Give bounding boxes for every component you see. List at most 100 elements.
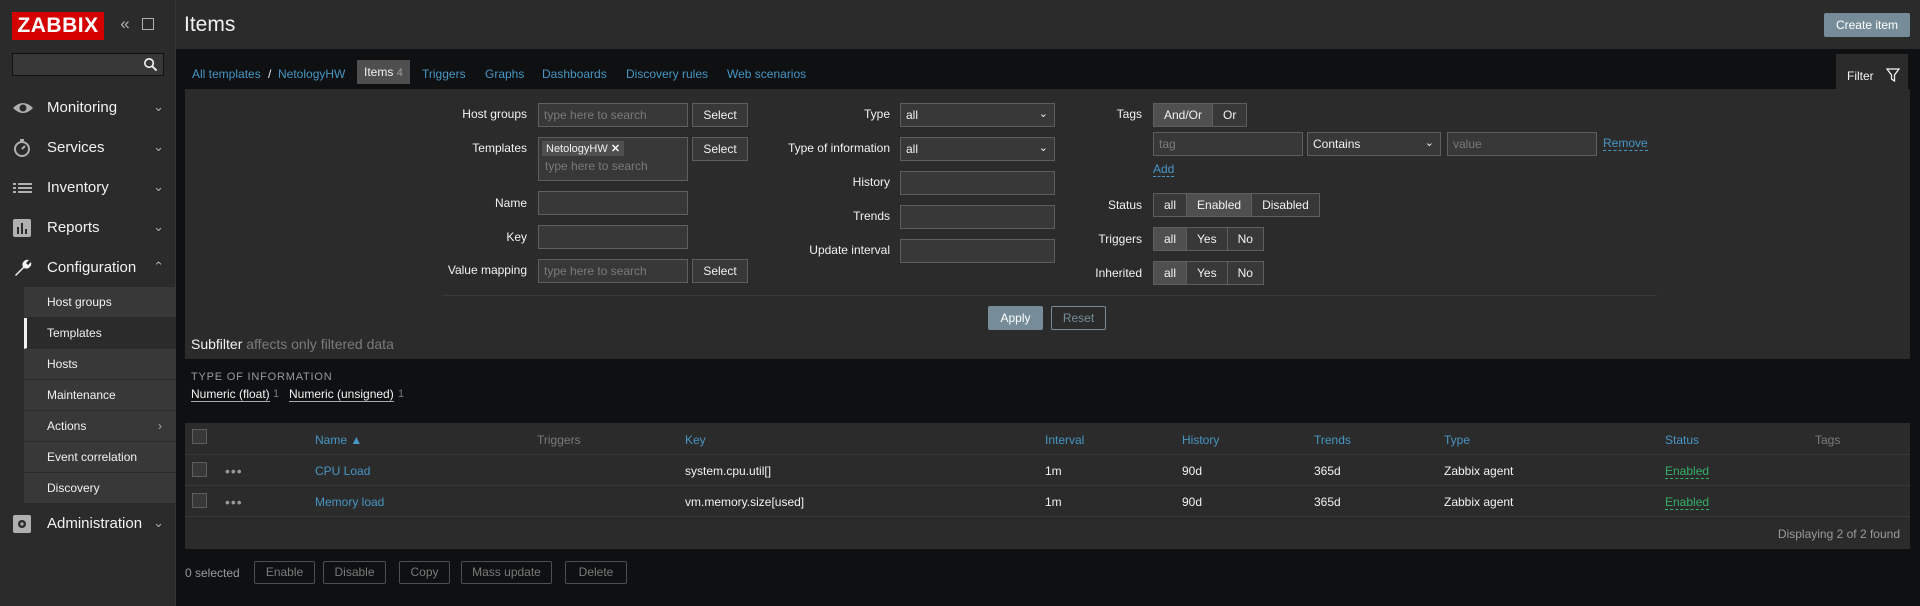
- column-status-header[interactable]: Status: [1665, 433, 1699, 447]
- tab-dashboards[interactable]: Dashboards: [542, 67, 607, 81]
- remove-chip-icon[interactable]: ✕: [611, 143, 620, 155]
- triggers-filter-label: Triggers: [1098, 232, 1142, 246]
- tags-or-option[interactable]: Or: [1213, 104, 1246, 126]
- remove-tag-link[interactable]: Remove: [1603, 136, 1648, 151]
- delete-button[interactable]: Delete: [565, 561, 627, 584]
- triggers-no-option[interactable]: No: [1228, 228, 1263, 250]
- update-interval-input[interactable]: [900, 239, 1055, 263]
- sidebar-item-discovery[interactable]: Discovery: [24, 473, 176, 504]
- inherited-all-option[interactable]: all: [1154, 262, 1188, 284]
- tags-evaltype-toggle[interactable]: And/Or Or: [1153, 103, 1248, 127]
- menu-inventory[interactable]: Inventory ⌄: [0, 168, 176, 208]
- filter-toggle-tab[interactable]: Filter: [1836, 54, 1908, 89]
- row-checkbox[interactable]: [192, 493, 207, 508]
- tag-operator-value: Contains: [1313, 137, 1361, 151]
- triggers-toggle[interactable]: all Yes No: [1153, 227, 1264, 251]
- sidebar-item-actions[interactable]: Actions ›: [24, 411, 176, 442]
- templates-select-button[interactable]: Select: [692, 137, 748, 161]
- status-all-option[interactable]: all: [1154, 194, 1188, 216]
- tags-andor-option[interactable]: And/Or: [1154, 104, 1214, 126]
- sidebar-item-hosts[interactable]: Hosts: [24, 349, 176, 380]
- menu-monitoring[interactable]: Monitoring ⌄: [0, 88, 176, 128]
- tab-triggers[interactable]: Triggers: [422, 67, 466, 81]
- item-name-link[interactable]: CPU Load: [315, 464, 370, 478]
- mass-action-bar: 0 selected Enable Disable Copy Mass upda…: [185, 561, 885, 585]
- select-all-checkbox[interactable]: [192, 429, 207, 444]
- trends-label: Trends: [853, 209, 890, 223]
- copy-button[interactable]: Copy: [399, 561, 450, 584]
- value-mapping-select-button[interactable]: Select: [692, 259, 748, 283]
- disable-button[interactable]: Disable: [323, 561, 386, 584]
- filter-icon: [1886, 68, 1900, 82]
- table-row: ••• Memory load vm.memory.size[used] 1m …: [185, 485, 1910, 516]
- host-groups-input[interactable]: type here to search: [538, 103, 688, 127]
- item-name-link[interactable]: Memory load: [315, 495, 384, 509]
- templates-multiselect[interactable]: NetologyHW ✕ type here to search: [538, 137, 688, 181]
- add-tag-link[interactable]: Add: [1153, 162, 1175, 177]
- menu-administration[interactable]: Administration ⌄: [0, 504, 176, 544]
- kiosk-mode-icon[interactable]: [142, 18, 154, 30]
- type-of-information-dropdown[interactable]: all ⌄: [900, 137, 1055, 161]
- history-input[interactable]: [900, 171, 1055, 195]
- status-toggle[interactable]: all Enabled Disabled: [1153, 193, 1320, 217]
- menu-services[interactable]: Services ⌄: [0, 128, 176, 168]
- inherited-yes-option[interactable]: Yes: [1187, 262, 1228, 284]
- breadcrumb-all-templates[interactable]: All templates: [192, 67, 261, 81]
- column-name-header[interactable]: Name ▲: [315, 433, 362, 447]
- key-input[interactable]: [538, 225, 688, 249]
- row-checkbox[interactable]: [192, 462, 207, 477]
- tab-graphs[interactable]: Graphs: [485, 67, 524, 81]
- column-interval-header[interactable]: Interval: [1045, 433, 1084, 447]
- triggers-all-option[interactable]: all: [1154, 228, 1188, 250]
- search-icon[interactable]: [143, 57, 158, 72]
- tag-name-input[interactable]: tag: [1153, 132, 1303, 156]
- gear-icon: [13, 515, 31, 533]
- column-key-header[interactable]: Key: [685, 433, 706, 447]
- zabbix-logo[interactable]: ZABBIX: [12, 12, 104, 40]
- templates-search-placeholder[interactable]: type here to search: [542, 159, 684, 173]
- column-history-header[interactable]: History: [1182, 433, 1219, 447]
- menu-configuration[interactable]: Configuration ⌃: [0, 248, 176, 288]
- reset-button[interactable]: Reset: [1051, 306, 1106, 330]
- enable-button[interactable]: Enable: [254, 561, 315, 584]
- tab-discovery-rules[interactable]: Discovery rules: [626, 67, 708, 81]
- column-trends-header[interactable]: Trends: [1314, 433, 1351, 447]
- item-status-toggle[interactable]: Enabled: [1665, 495, 1710, 510]
- mass-update-button[interactable]: Mass update: [461, 561, 552, 584]
- create-item-button[interactable]: Create item: [1823, 13, 1910, 37]
- column-type-header[interactable]: Type: [1444, 433, 1470, 447]
- tag-operator-dropdown[interactable]: Contains ⌄: [1307, 132, 1441, 156]
- collapse-sidebar-icon[interactable]: «: [117, 15, 133, 32]
- inherited-toggle[interactable]: all Yes No: [1153, 261, 1264, 285]
- name-input[interactable]: [538, 191, 688, 215]
- tab-web-scenarios[interactable]: Web scenarios: [727, 67, 806, 81]
- status-label: Status: [1107, 198, 1142, 212]
- wrench-icon: [15, 259, 32, 276]
- more-actions-icon[interactable]: •••: [225, 494, 243, 510]
- item-history: 90d: [1182, 495, 1203, 509]
- triggers-yes-option[interactable]: Yes: [1187, 228, 1228, 250]
- type-dropdown[interactable]: all ⌄: [900, 103, 1055, 127]
- tag-value-input[interactable]: value: [1447, 132, 1597, 156]
- tab-items[interactable]: Items 4: [357, 60, 410, 84]
- trends-input[interactable]: [900, 205, 1055, 229]
- more-actions-icon[interactable]: •••: [225, 463, 243, 479]
- item-interval: 1m: [1045, 464, 1062, 478]
- menu-reports[interactable]: Reports ⌄: [0, 208, 176, 248]
- inherited-no-option[interactable]: No: [1228, 262, 1263, 284]
- sidebar-item-event-correlation[interactable]: Event correlation: [24, 442, 176, 473]
- status-enabled-option[interactable]: Enabled: [1187, 194, 1253, 216]
- sidebar-item-maintenance[interactable]: Maintenance: [24, 380, 176, 411]
- sidebar-item-templates[interactable]: Templates: [24, 318, 176, 349]
- apply-button[interactable]: Apply: [988, 306, 1043, 330]
- host-groups-select-button[interactable]: Select: [692, 103, 748, 127]
- sidebar-search-input[interactable]: [12, 53, 164, 76]
- breadcrumb-template[interactable]: NetologyHW: [278, 67, 345, 81]
- sidebar-item-host-groups[interactable]: Host groups: [24, 287, 176, 318]
- status-disabled-option[interactable]: Disabled: [1252, 194, 1319, 216]
- subfilter-numeric-unsigned[interactable]: Numeric (unsigned): [289, 387, 394, 402]
- subfilter-numeric-float[interactable]: Numeric (float): [191, 387, 270, 402]
- item-history: 90d: [1182, 464, 1203, 478]
- item-status-toggle[interactable]: Enabled: [1665, 464, 1710, 479]
- value-mapping-input[interactable]: type here to search: [538, 259, 688, 283]
